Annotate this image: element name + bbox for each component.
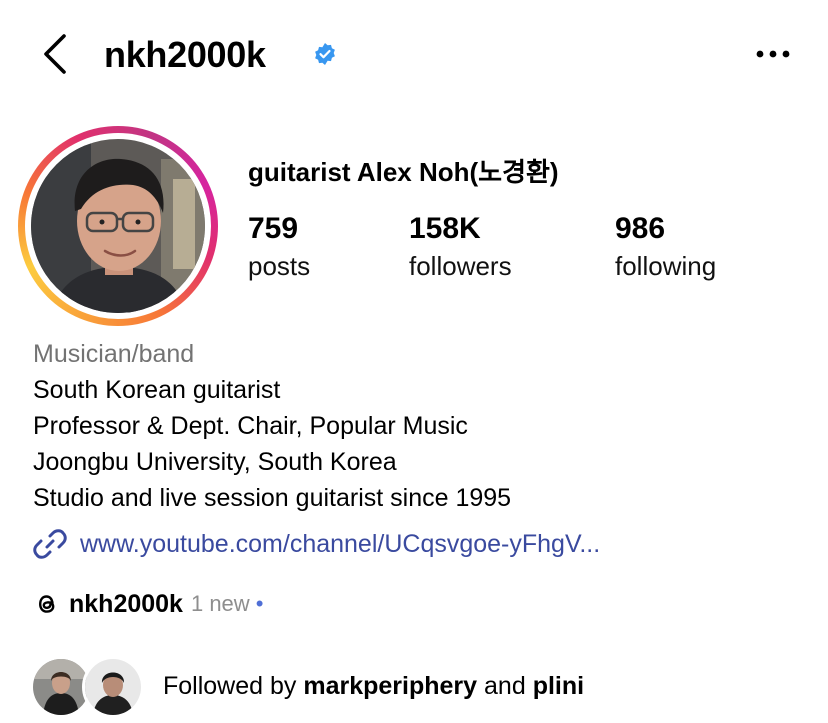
profile-header: nkh2000k — [0, 0, 828, 110]
threads-new-count: 1 new — [190, 591, 250, 616]
threads-badge[interactable]: nkh2000k 1 new • — [33, 586, 263, 622]
stat-followers[interactable]: 158K followers — [409, 210, 512, 284]
followed-by-prefix: Followed by — [163, 672, 297, 700]
link-icon — [33, 529, 67, 559]
stat-posts-count: 759 — [248, 212, 299, 245]
followed-by[interactable]: Followed by markperiphery and plini — [30, 652, 790, 720]
threads-new-dot: • — [255, 591, 264, 616]
followed-by-conjunction: and — [484, 672, 526, 700]
bio-line: South Korean guitarist — [33, 376, 281, 404]
chevron-left-icon[interactable] — [36, 32, 76, 76]
more-horizontal-icon[interactable] — [748, 36, 798, 72]
stat-followers-label: followers — [409, 251, 512, 281]
verified-badge-icon — [315, 43, 335, 65]
stat-following-count: 986 — [615, 212, 666, 245]
avatar — [31, 139, 205, 313]
stat-posts-label: posts — [248, 251, 311, 281]
followed-by-user-1[interactable]: markperiphery — [303, 672, 477, 700]
bio-line: Professor & Dept. Chair, Popular Music — [33, 412, 468, 440]
bio-line: Studio and live session guitarist since … — [33, 484, 512, 512]
followed-by-user-2[interactable]: plini — [533, 672, 584, 700]
followed-by-text: Followed by markperiphery and plini — [163, 668, 584, 704]
stat-followers-count: 158K — [409, 212, 481, 245]
stat-following-label: following — [615, 251, 717, 281]
threads-username: nkh2000k — [69, 589, 183, 618]
profile-category: Musician/band — [33, 340, 195, 368]
page-title-username: nkh2000k — [104, 34, 266, 75]
profile-link-text[interactable]: www.youtube.com/channel/UCqsvgoe-yFhgV..… — [80, 530, 600, 559]
bio-line: Joongbu University, South Korea — [33, 448, 397, 476]
stat-following[interactable]: 986 following — [615, 210, 716, 284]
profile-full-name: guitarist Alex Noh(노경환) — [248, 157, 559, 187]
avatar — [82, 656, 144, 718]
threads-icon — [38, 595, 55, 613]
profile-link[interactable]: www.youtube.com/channel/UCqsvgoe-yFhgV..… — [33, 526, 600, 562]
profile-bio: South Korean guitarist Professor & Dept.… — [33, 372, 511, 516]
stat-posts[interactable]: 759 posts — [248, 210, 310, 284]
avatar-story-ring[interactable] — [18, 126, 218, 326]
